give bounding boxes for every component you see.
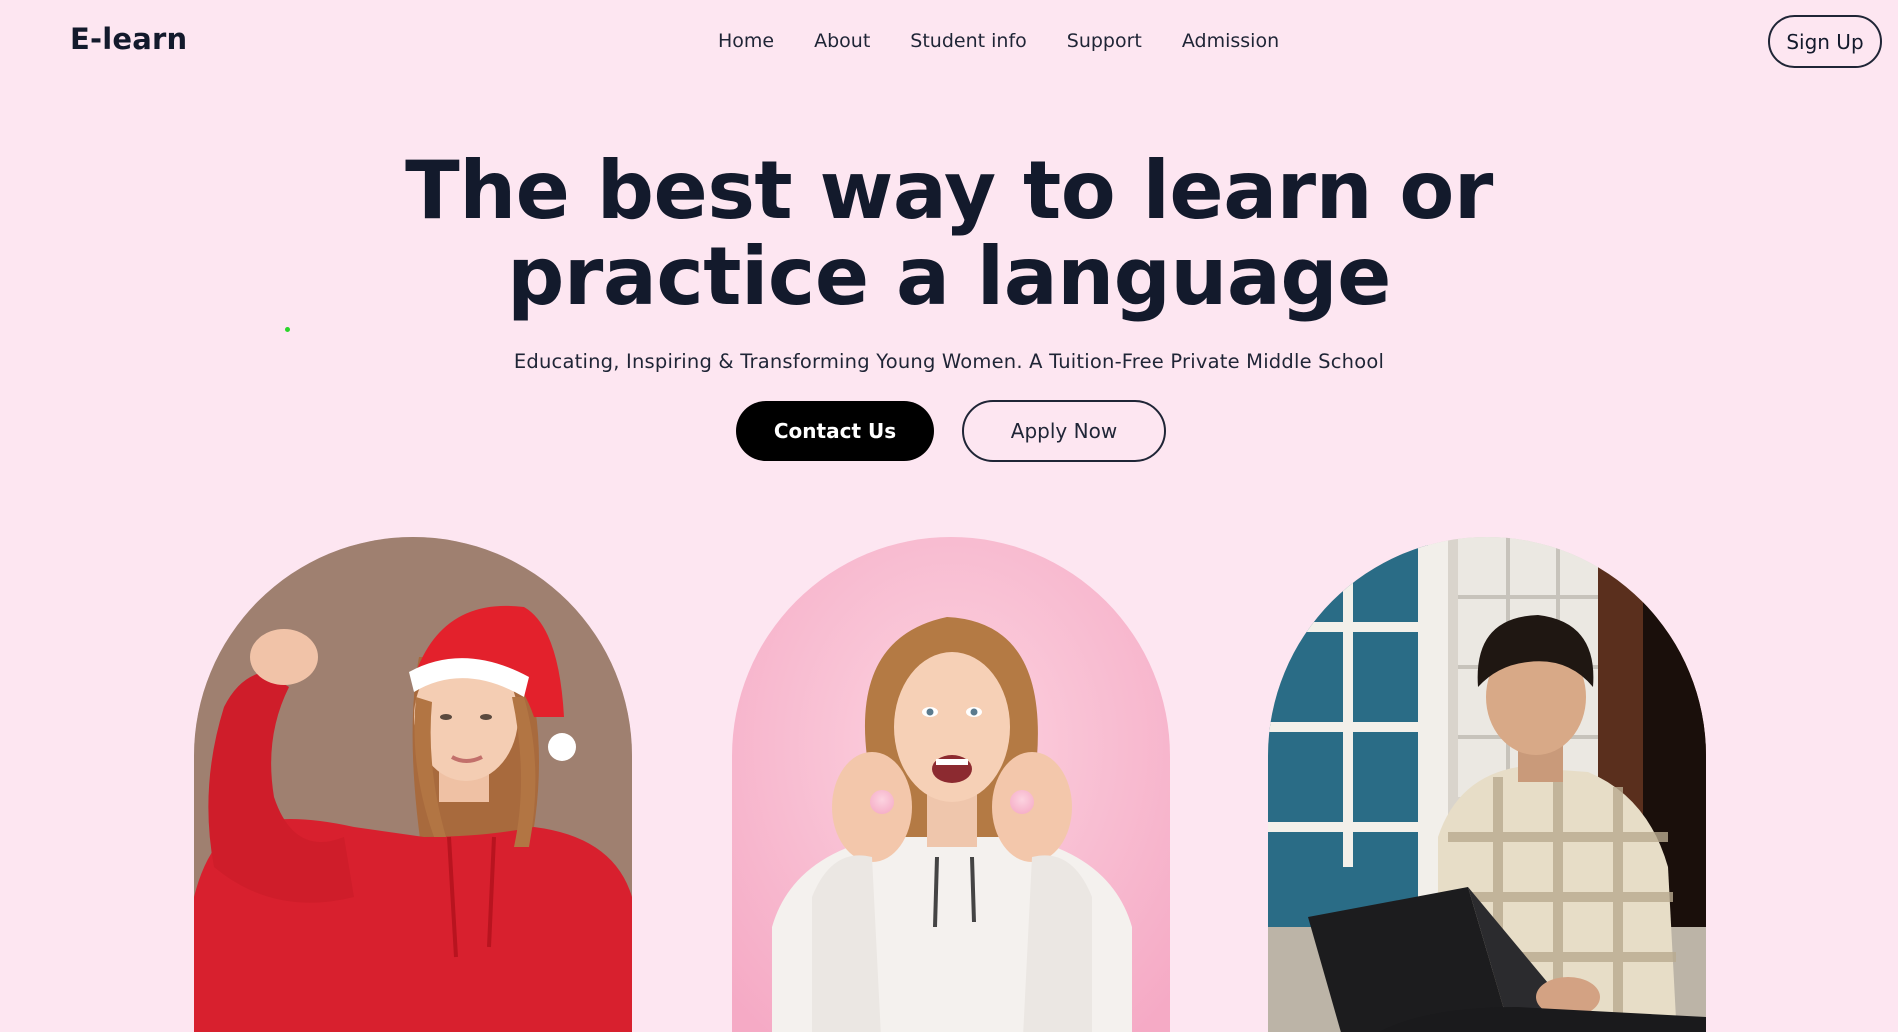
hero-actions: Contact Us Apply Now bbox=[736, 400, 1166, 462]
nav-student-info[interactable]: Student info bbox=[910, 30, 1026, 52]
hero-title-line-1: The best way to learn or bbox=[405, 144, 1493, 237]
student-photo-laptop bbox=[1268, 537, 1706, 1032]
student-photo-red-hoodie bbox=[194, 537, 632, 1032]
hero-title: The best way to learn or practice a lang… bbox=[0, 148, 1898, 320]
main-nav: Home About Student info Support Admissio… bbox=[718, 30, 1279, 52]
landing-page: E-learn Home About Student info Support … bbox=[0, 0, 1898, 1032]
nav-admission[interactable]: Admission bbox=[1182, 30, 1279, 52]
apply-now-button[interactable]: Apply Now bbox=[962, 400, 1166, 462]
nav-support[interactable]: Support bbox=[1067, 30, 1142, 52]
site-logo[interactable]: E-learn bbox=[70, 22, 187, 56]
student-photo-white-hoodie-image bbox=[732, 537, 1170, 1032]
hero-title-line-2: practice a language bbox=[507, 230, 1391, 323]
decorative-dot bbox=[285, 327, 290, 332]
hero-subtitle: Educating, Inspiring & Transforming Youn… bbox=[513, 350, 1385, 373]
student-photo-red-hoodie-image bbox=[194, 537, 632, 1032]
site-header: E-learn Home About Student info Support … bbox=[0, 0, 1898, 86]
sign-up-button[interactable]: Sign Up bbox=[1768, 15, 1882, 68]
nav-about[interactable]: About bbox=[814, 30, 870, 52]
student-photo-laptop-image bbox=[1268, 537, 1706, 1032]
contact-us-button[interactable]: Contact Us bbox=[736, 401, 934, 461]
student-photo-white-hoodie bbox=[732, 537, 1170, 1032]
nav-home[interactable]: Home bbox=[718, 30, 774, 52]
